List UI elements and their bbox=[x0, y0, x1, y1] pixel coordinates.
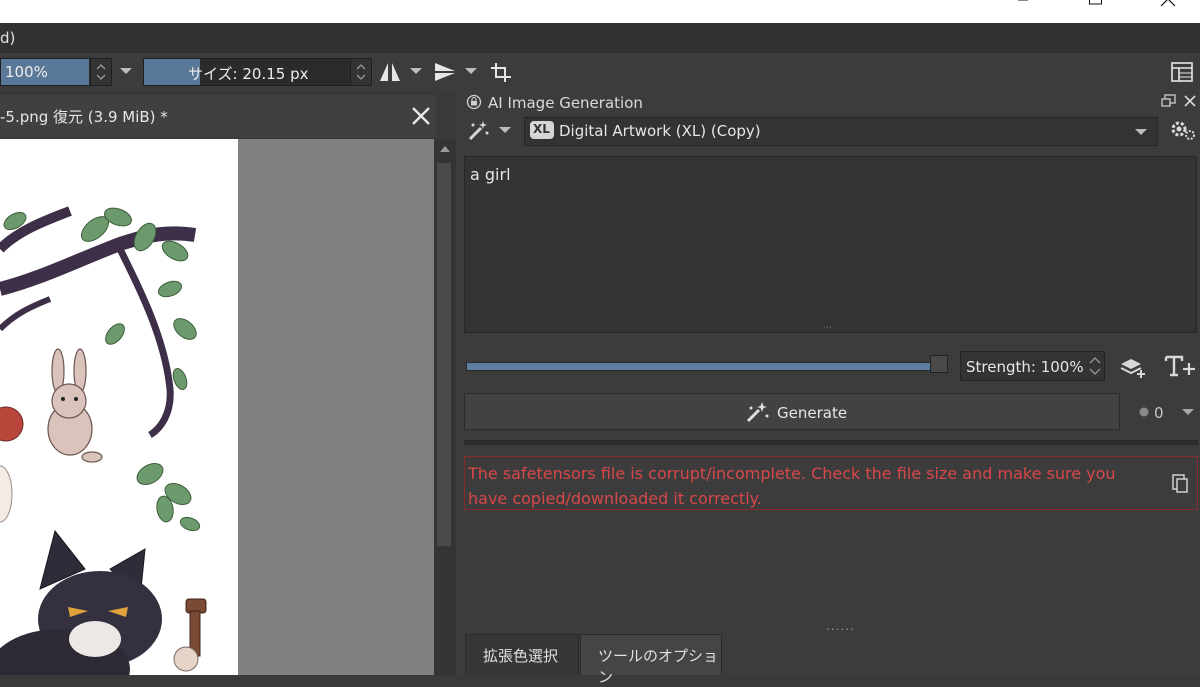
close-window-button[interactable] bbox=[1144, 0, 1190, 23]
splitter-grip-icon[interactable]: ...... bbox=[826, 619, 855, 633]
tab-tool-options-label: ツールのオプション bbox=[598, 647, 719, 686]
minimize-button[interactable] bbox=[1000, 0, 1046, 23]
zoom-spin-arrows[interactable] bbox=[90, 59, 111, 85]
queue-dropdown-icon[interactable] bbox=[1180, 406, 1196, 418]
settings-gear-icon[interactable] bbox=[1170, 119, 1196, 141]
mirror-vertical-dropdown-icon[interactable] bbox=[463, 65, 479, 77]
prompt-textarea-container: ⋯ bbox=[464, 156, 1197, 333]
prompt-input[interactable] bbox=[465, 157, 1196, 332]
document-tab[interactable]: -5.png 復元 (3.9 MiB) * bbox=[0, 95, 436, 137]
artwork-illustration bbox=[0, 206, 207, 675]
strength-slider-handle[interactable] bbox=[930, 355, 948, 373]
menu-bar: d) bbox=[0, 23, 1200, 53]
copy-icon[interactable] bbox=[1171, 474, 1189, 494]
scrollbar-thumb[interactable] bbox=[437, 163, 451, 546]
brush-size-spinbox[interactable]: サイズ: 20.15 px bbox=[143, 58, 372, 86]
window-title-bar bbox=[0, 0, 1200, 23]
magic-wand-icon bbox=[746, 402, 769, 423]
magic-wand-icon[interactable] bbox=[467, 119, 491, 141]
float-docker-icon[interactable] bbox=[1161, 94, 1177, 108]
brush-size-spin-arrows[interactable] bbox=[350, 59, 371, 85]
generate-button[interactable]: Generate bbox=[464, 393, 1120, 430]
generate-label: Generate bbox=[777, 404, 848, 422]
tab-advanced-color-selector[interactable]: 拡張色選択 bbox=[465, 634, 579, 675]
mirror-dropdown-icon[interactable] bbox=[408, 65, 424, 77]
close-docker-icon[interactable] bbox=[1183, 94, 1197, 108]
error-message-box: The safetensors file is corrupt/incomple… bbox=[464, 456, 1198, 510]
maximize-icon bbox=[1089, 0, 1102, 5]
maximize-button[interactable] bbox=[1072, 0, 1118, 23]
zoom-spinbox[interactable]: 100% bbox=[0, 58, 112, 86]
docker-title: AI Image Generation bbox=[488, 94, 643, 112]
lock-icon[interactable] bbox=[466, 94, 482, 110]
workspace-icon[interactable] bbox=[1170, 61, 1194, 83]
chevron-down-icon bbox=[1135, 129, 1147, 135]
close-icon bbox=[1160, 0, 1176, 7]
mirror-horizontal-icon[interactable] bbox=[378, 61, 402, 83]
scroll-up-icon[interactable] bbox=[438, 143, 452, 155]
tab-tool-options[interactable]: ツールのオプション bbox=[580, 634, 722, 686]
canvas-vertical-scrollbar[interactable] bbox=[434, 139, 456, 675]
error-message: The safetensors file is corrupt/incomple… bbox=[468, 464, 1116, 508]
add-layers-icon[interactable] bbox=[1119, 354, 1149, 378]
strength-value: Strength: 100% bbox=[966, 358, 1084, 376]
zoom-dropdown-icon[interactable] bbox=[118, 65, 134, 77]
spin-arrows-icon[interactable] bbox=[1085, 352, 1105, 380]
menu-partial-text[interactable]: d) bbox=[0, 29, 15, 47]
minimize-icon bbox=[1018, 0, 1028, 1]
model-select[interactable]: XL Digital Artwork (XL) (Copy) bbox=[524, 117, 1158, 146]
close-icon[interactable] bbox=[410, 105, 432, 127]
queue-dot-icon bbox=[1139, 407, 1149, 417]
xl-badge-text: XL bbox=[533, 122, 550, 136]
strength-spinbox[interactable]: Strength: 100% bbox=[960, 351, 1105, 381]
workspace-dropdown-icon[interactable] bbox=[497, 124, 513, 136]
spin-arrows-icon bbox=[356, 64, 366, 80]
tab-advanced-color-selector-label: 拡張色選択 bbox=[483, 647, 559, 665]
tool-options-bar: 100% サイズ: 20.15 px bbox=[0, 53, 1200, 91]
spin-arrows-icon bbox=[96, 64, 106, 80]
strength-slider-track[interactable] bbox=[466, 362, 934, 371]
canvas-image[interactable] bbox=[0, 139, 238, 675]
generation-progress-bar bbox=[464, 440, 1198, 445]
brush-size-value: サイズ: 20.15 px bbox=[188, 65, 309, 83]
wrap-around-icon[interactable] bbox=[489, 61, 513, 83]
zoom-value: 100% bbox=[5, 63, 48, 81]
model-select-value: Digital Artwork (XL) (Copy) bbox=[559, 122, 761, 140]
resize-grip-icon[interactable]: ⋯ bbox=[823, 323, 832, 333]
xl-badge: XL bbox=[530, 121, 554, 139]
queue-count: 0 bbox=[1154, 404, 1164, 422]
mirror-vertical-icon[interactable] bbox=[433, 61, 457, 83]
text-prompt-icon[interactable] bbox=[1164, 354, 1196, 378]
document-tab-title: -5.png 復元 (3.9 MiB) * bbox=[0, 108, 168, 126]
